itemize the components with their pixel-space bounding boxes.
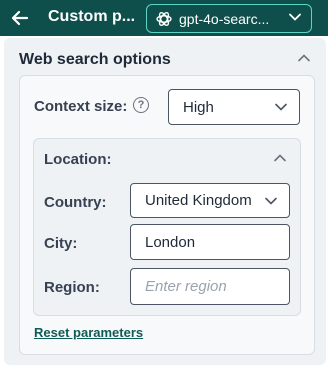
region-input[interactable]: Enter region (130, 268, 290, 305)
chevron-up-icon[interactable] (298, 54, 310, 62)
options-card: Context size: ? High Location: Country: … (19, 75, 315, 355)
context-size-label: Context size: (34, 98, 128, 115)
top-bar: Custom p... gpt-4o-searc... (0, 0, 328, 36)
back-arrow-icon (11, 10, 29, 26)
model-select[interactable]: gpt-4o-searc... (146, 4, 312, 33)
region-placeholder: Enter region (145, 278, 227, 295)
back-button[interactable] (8, 6, 32, 30)
location-title: Location: (44, 151, 112, 168)
context-size-value: High (183, 98, 214, 116)
region-label: Region: (44, 279, 100, 296)
city-input[interactable]: London (130, 224, 290, 260)
page-title: Custom p... (48, 8, 136, 25)
country-select[interactable]: United Kingdom (130, 183, 290, 218)
reset-parameters-link[interactable]: Reset parameters (34, 325, 143, 340)
help-icon[interactable]: ? (133, 97, 149, 113)
chevron-down-icon (275, 103, 287, 111)
section-title: Web search options (19, 51, 171, 68)
chevron-down-icon (289, 13, 301, 21)
location-section: Location: Country: United Kingdom City: … (33, 138, 301, 316)
openai-logo-icon (155, 10, 173, 28)
country-label: Country: (44, 194, 107, 211)
chevron-up-icon[interactable] (274, 154, 286, 162)
chevron-down-icon (265, 197, 277, 205)
model-select-value: gpt-4o-searc... (179, 10, 270, 27)
context-size-select[interactable]: High (168, 89, 300, 125)
country-value: United Kingdom (145, 192, 252, 209)
city-label: City: (44, 235, 78, 252)
city-value: London (145, 233, 196, 251)
web-search-panel: Web search options Context size: ? High … (4, 38, 326, 365)
